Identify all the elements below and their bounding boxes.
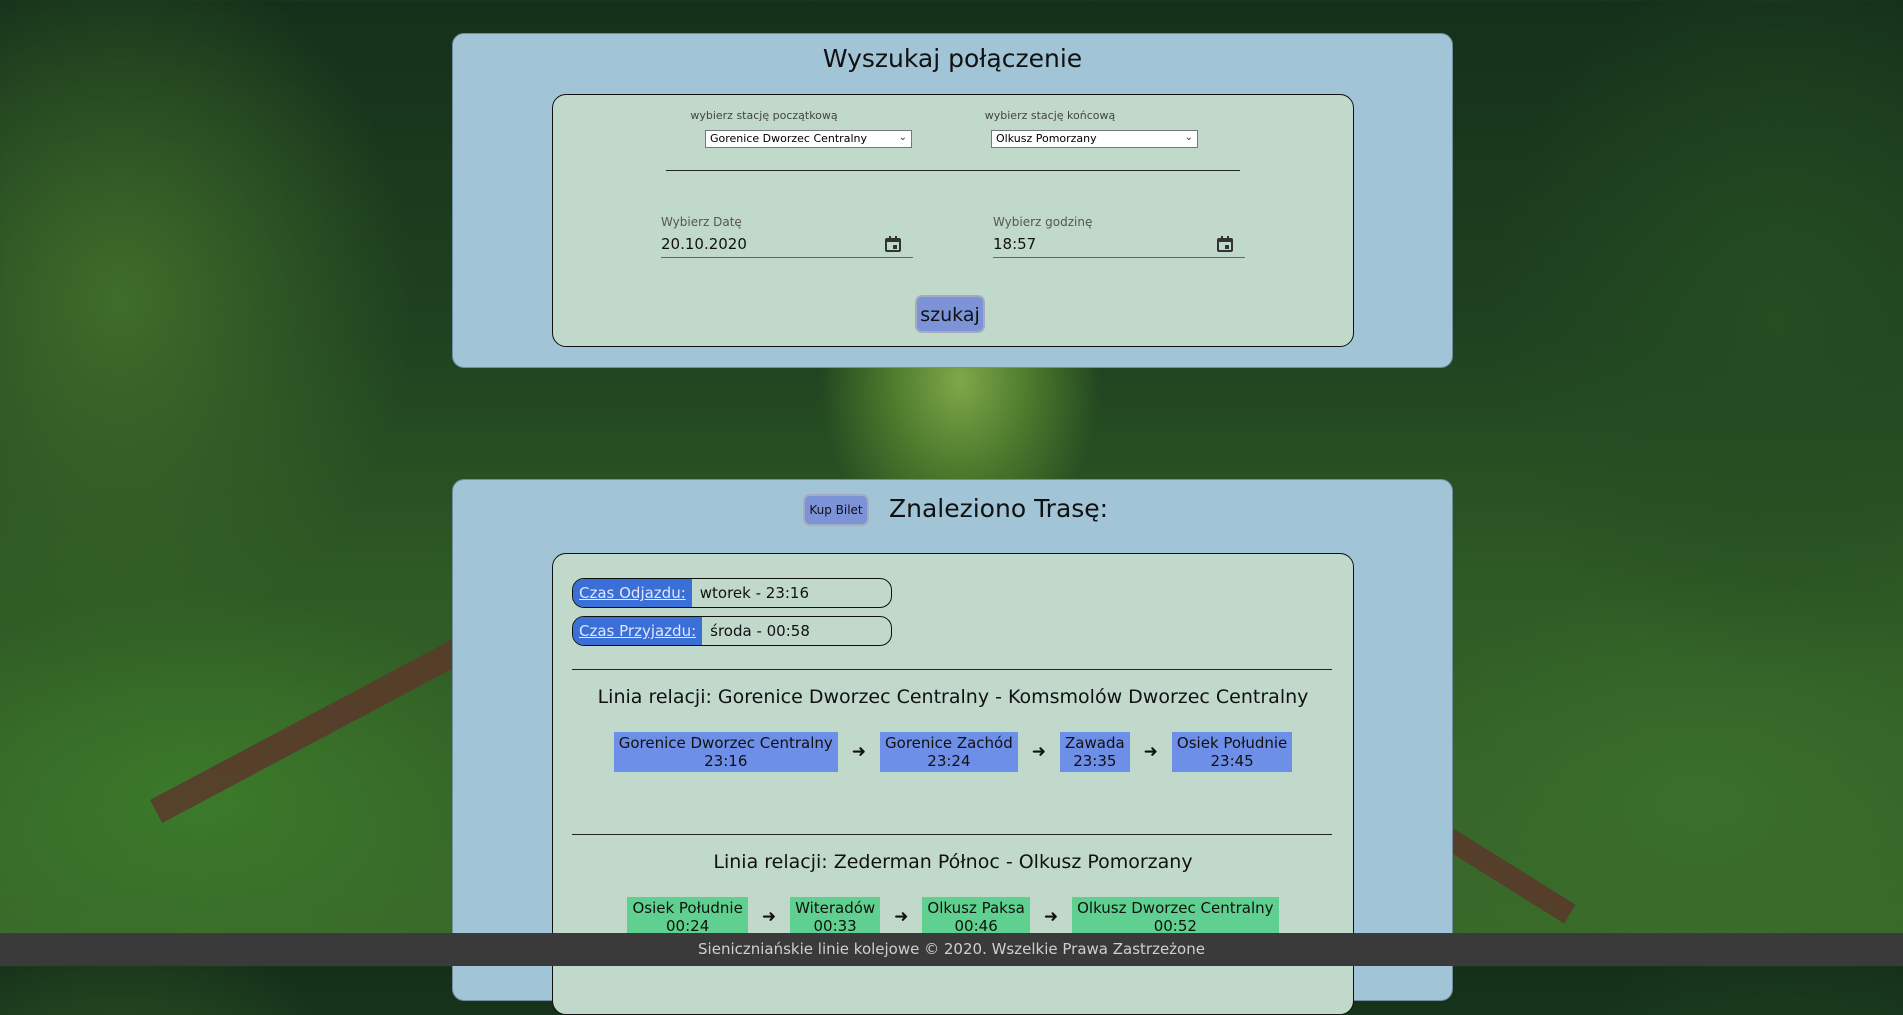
- arrow-right-icon: ➜: [1143, 742, 1158, 762]
- stop-item: Gorenice Zachód 23:24: [880, 732, 1018, 772]
- background-rail-left: [150, 630, 481, 823]
- end-station-label: wybierz stację końcową: [984, 109, 1116, 122]
- stop-name: Osiek Południe: [1176, 734, 1288, 752]
- end-station-value: Olkusz Pomorzany: [996, 132, 1097, 145]
- stop-item: Zawada 23:35: [1060, 732, 1130, 772]
- stop-item: Witeradów 00:33: [790, 897, 881, 937]
- date-label: Wybierz Datę: [661, 215, 742, 229]
- search-button[interactable]: szukaj: [915, 295, 985, 333]
- result-panel: Kup Bilet Znaleziono Trasę: Czas Odjazdu…: [452, 479, 1453, 1015]
- stop-time: 23:16: [704, 752, 748, 770]
- arrival-value: środa - 00:58: [710, 622, 810, 640]
- end-station-select[interactable]: Olkusz Pomorzany ⌄: [991, 130, 1198, 148]
- result-title: Znaleziono Trasę:: [889, 494, 1109, 523]
- stop-name: Osiek Południe: [632, 899, 743, 917]
- line-title: Linia relacji: Zederman Północ - Olkusz …: [713, 851, 1193, 873]
- stop-name: Gorenice Zachód: [885, 734, 1013, 752]
- arrow-right-icon: ➜: [1043, 907, 1059, 927]
- stop-item: Gorenice Dworzec Centralny 23:16: [613, 732, 838, 772]
- result-header: Kup Bilet Znaleziono Trasę:: [453, 494, 1452, 534]
- stop-time: 23:24: [927, 752, 971, 770]
- arrival-time: Czas Przyjazdu: środa - 00:58: [572, 616, 892, 646]
- departure-value: wtorek - 23:16: [699, 584, 810, 602]
- page-footer: Sieniczniańskie linie kolejowe © 2020. W…: [0, 933, 1903, 966]
- stop-name: Zawada: [1065, 734, 1125, 752]
- form-divider: [666, 170, 1240, 171]
- stop-item: Osiek Południe 23:45: [1171, 732, 1293, 772]
- arrival-tag[interactable]: Czas Przyjazdu:: [573, 617, 703, 645]
- arrow-right-icon: ➜: [1031, 742, 1047, 762]
- chevron-down-icon: ⌄: [1184, 132, 1193, 143]
- departure-tag[interactable]: Czas Odjazdu:: [573, 579, 692, 607]
- stop-name: Olkusz Dworzec Centralny: [1077, 899, 1274, 917]
- chevron-down-icon: ⌄: [898, 132, 907, 143]
- line-title: Linia relacji: Gorenice Dworzec Centraln…: [597, 686, 1309, 708]
- start-station-label: wybierz stację początkową: [690, 109, 838, 122]
- start-station-value: Gorenice Dworzec Centralny: [710, 132, 867, 145]
- buy-ticket-button[interactable]: Kup Bilet: [803, 494, 869, 526]
- line-stops: Gorenice Dworzec Centralny 23:16 ➜ Goreni…: [553, 732, 1353, 772]
- route-divider: [572, 669, 1332, 670]
- stop-item: Olkusz Paksa 00:46: [922, 897, 1030, 937]
- line-stops: Osiek Południe 00:24 ➜ Witeradów 00:33 ➜ O…: [553, 897, 1353, 937]
- arrow-right-icon: ➜: [761, 907, 777, 927]
- stop-name: Gorenice Dworzec Centralny: [618, 734, 833, 752]
- time-value: 18:57: [993, 235, 1037, 253]
- calendar-icon[interactable]: [1217, 236, 1233, 252]
- date-value: 20.10.2020: [661, 235, 747, 253]
- calendar-icon[interactable]: [885, 236, 901, 252]
- date-field[interactable]: 20.10.2020: [661, 231, 913, 258]
- stop-name: Witeradów: [795, 899, 876, 917]
- time-field[interactable]: 18:57: [993, 231, 1245, 258]
- route-divider: [572, 834, 1332, 835]
- search-panel: Wyszukaj połączenie wybierz stację począ…: [452, 33, 1453, 368]
- stop-item: Olkusz Dworzec Centralny 00:52: [1072, 897, 1279, 937]
- search-title: Wyszukaj połączenie: [822, 44, 1083, 73]
- stop-name: Olkusz Paksa: [927, 899, 1025, 917]
- arrow-right-icon: ➜: [851, 742, 867, 762]
- search-form: wybierz stację początkową Gorenice Dworz…: [552, 94, 1354, 347]
- arrow-right-icon: ➜: [894, 907, 909, 927]
- stop-time: 23:45: [1210, 752, 1254, 770]
- stop-time: 23:35: [1073, 752, 1117, 770]
- start-station-select[interactable]: Gorenice Dworzec Centralny ⌄: [705, 130, 912, 148]
- departure-time: Czas Odjazdu: wtorek - 23:16: [572, 578, 892, 608]
- stop-item: Osiek Południe 00:24: [627, 897, 748, 937]
- time-label: Wybierz godzinę: [993, 215, 1093, 229]
